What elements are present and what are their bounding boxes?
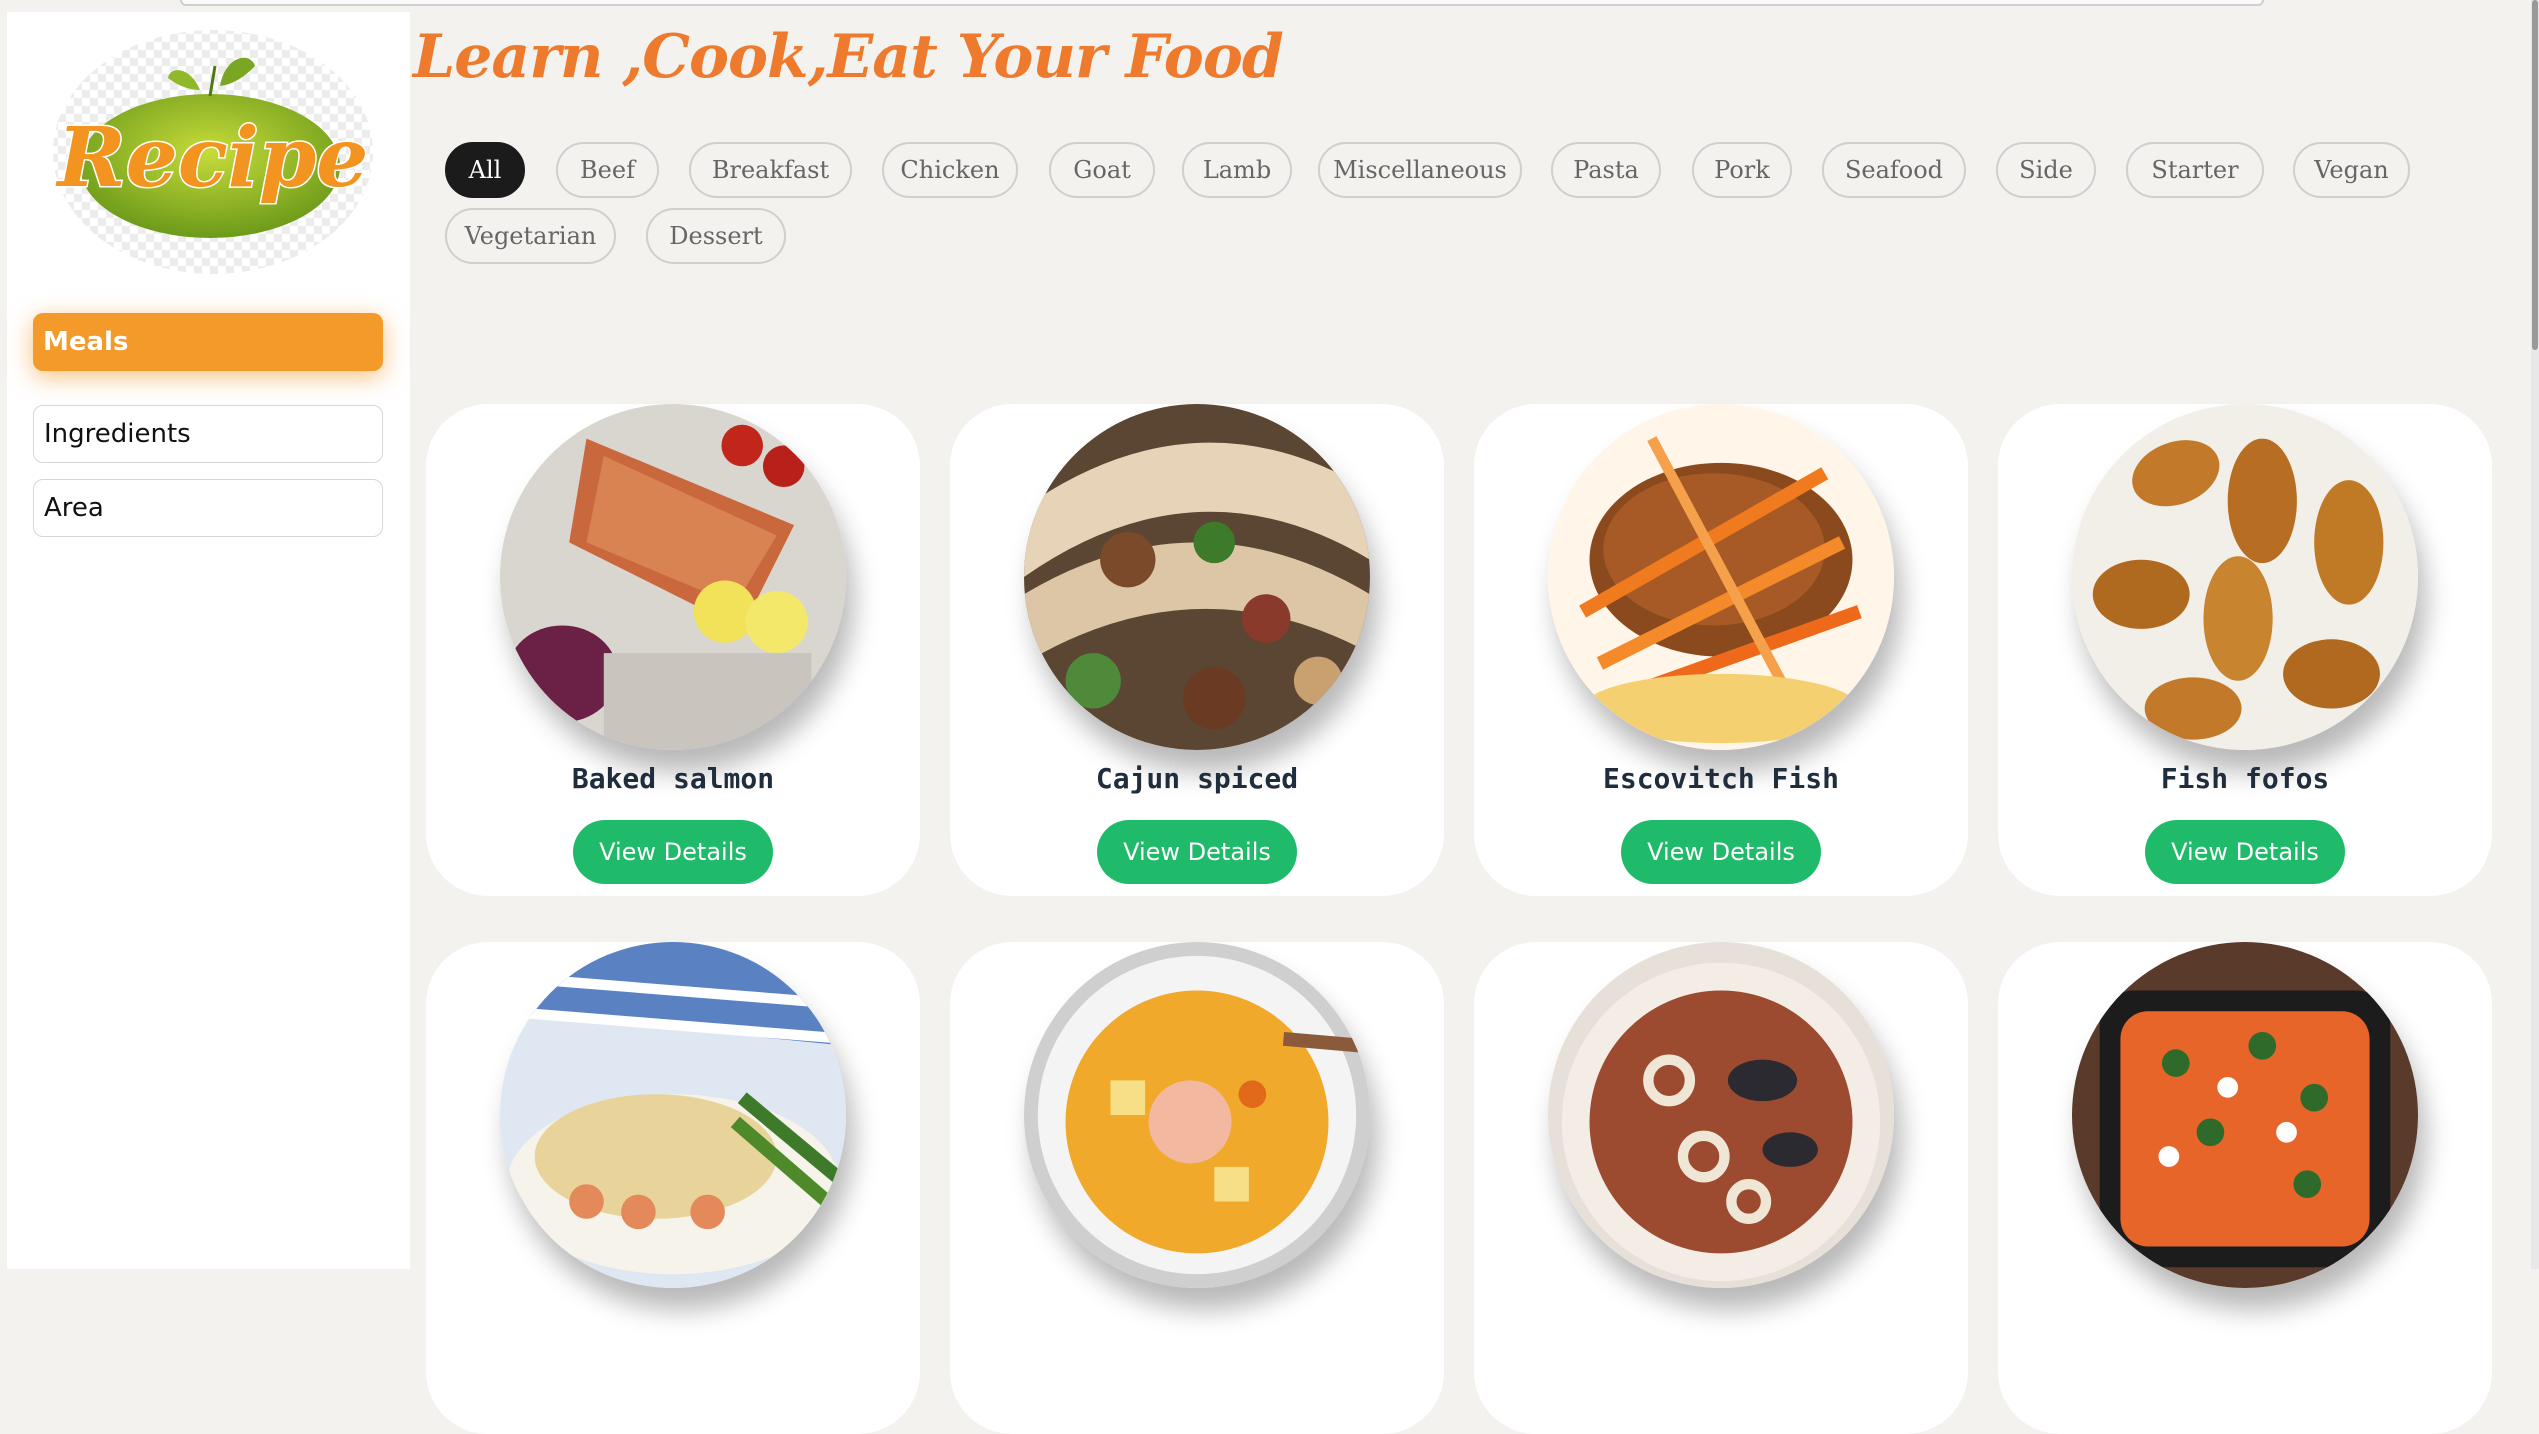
meal-photo[interactable] [2072, 942, 2418, 1288]
filter-chip-breakfast[interactable]: Breakfast [689, 142, 852, 198]
meal-card [1998, 942, 2492, 1434]
meal-name: Escovitch Fish [1602, 762, 1839, 795]
seafood-stew-photo [1548, 942, 1894, 1288]
tacos-photo [1024, 404, 1370, 750]
sidebar-item-area[interactable]: Area [33, 479, 383, 537]
top-scroll-strip [180, 0, 2264, 6]
filter-chip-dessert[interactable]: Dessert [646, 208, 786, 264]
meal-photo[interactable] [1024, 404, 1370, 750]
sidebar-item-meals[interactable]: Meals [33, 313, 383, 371]
meal-card: Cajun spiced View Details [950, 404, 1444, 896]
fish-pie-photo [500, 942, 846, 1288]
recipe-logo: Recipe [53, 30, 373, 274]
logo-text: Recipe [56, 110, 369, 206]
sidebar: Recipe Meals Ingredients Area [7, 12, 410, 1269]
fofos-photo [2072, 404, 2418, 750]
sidebar-item-label: Area [44, 493, 104, 523]
filter-chip-vegetarian[interactable]: Vegetarian [445, 208, 616, 264]
meal-card: Escovitch Fish View Details [1474, 404, 1968, 896]
meal-photo[interactable] [1548, 404, 1894, 750]
meal-name: Baked salmon [571, 762, 775, 795]
meal-card: Baked salmon View Details [426, 404, 920, 896]
filter-chip-goat[interactable]: Goat [1049, 142, 1155, 198]
filter-chip-lamb[interactable]: Lamb [1182, 142, 1292, 198]
view-details-button[interactable]: View Details [1097, 820, 1297, 884]
filter-chip-pasta[interactable]: Pasta [1551, 142, 1661, 198]
chowder-photo [1024, 942, 1370, 1288]
filter-chip-vegan[interactable]: Vegan [2293, 142, 2410, 198]
meal-photo[interactable] [1548, 942, 1894, 1288]
shakshuka-photo [2072, 942, 2418, 1288]
salmon-photo [500, 404, 846, 750]
meal-card [426, 942, 920, 1434]
filter-chip-seafood[interactable]: Seafood [1822, 142, 1966, 198]
filter-chip-all[interactable]: All [445, 142, 525, 198]
view-details-button[interactable]: View Details [1621, 820, 1821, 884]
sidebar-item-label: Meals [43, 327, 129, 357]
meal-card: Fish fofos View Details [1998, 404, 2492, 896]
meal-photo[interactable] [1024, 942, 1370, 1288]
filter-chip-pork[interactable]: Pork [1692, 142, 1792, 198]
view-details-button[interactable]: View Details [573, 820, 773, 884]
meal-photo[interactable] [2072, 404, 2418, 750]
filter-chip-beef[interactable]: Beef [556, 142, 659, 198]
meal-photo[interactable] [500, 404, 846, 750]
filter-chip-starter[interactable]: Starter [2126, 142, 2264, 198]
sidebar-item-ingredients[interactable]: Ingredients [33, 405, 383, 463]
filter-chip-chicken[interactable]: Chicken [882, 142, 1018, 198]
meal-name: Cajun spiced [1095, 762, 1299, 795]
meal-card [1474, 942, 1968, 1434]
page-scrollbar[interactable] [2531, 0, 2539, 1269]
page-title: Learn ,Cook,Eat Your Food [413, 22, 1284, 92]
meal-name: Fish fofos [2160, 762, 2330, 795]
filter-chip-side[interactable]: Side [1996, 142, 2096, 198]
view-details-button[interactable]: View Details [2145, 820, 2345, 884]
meal-photo[interactable] [500, 942, 846, 1288]
escovitch-photo [1548, 404, 1894, 750]
sidebar-item-label: Ingredients [44, 419, 191, 449]
filter-chip-miscellaneous[interactable]: Miscellaneous [1318, 142, 1522, 198]
scrollbar-thumb[interactable] [2532, 0, 2538, 350]
meal-card [950, 942, 1444, 1434]
